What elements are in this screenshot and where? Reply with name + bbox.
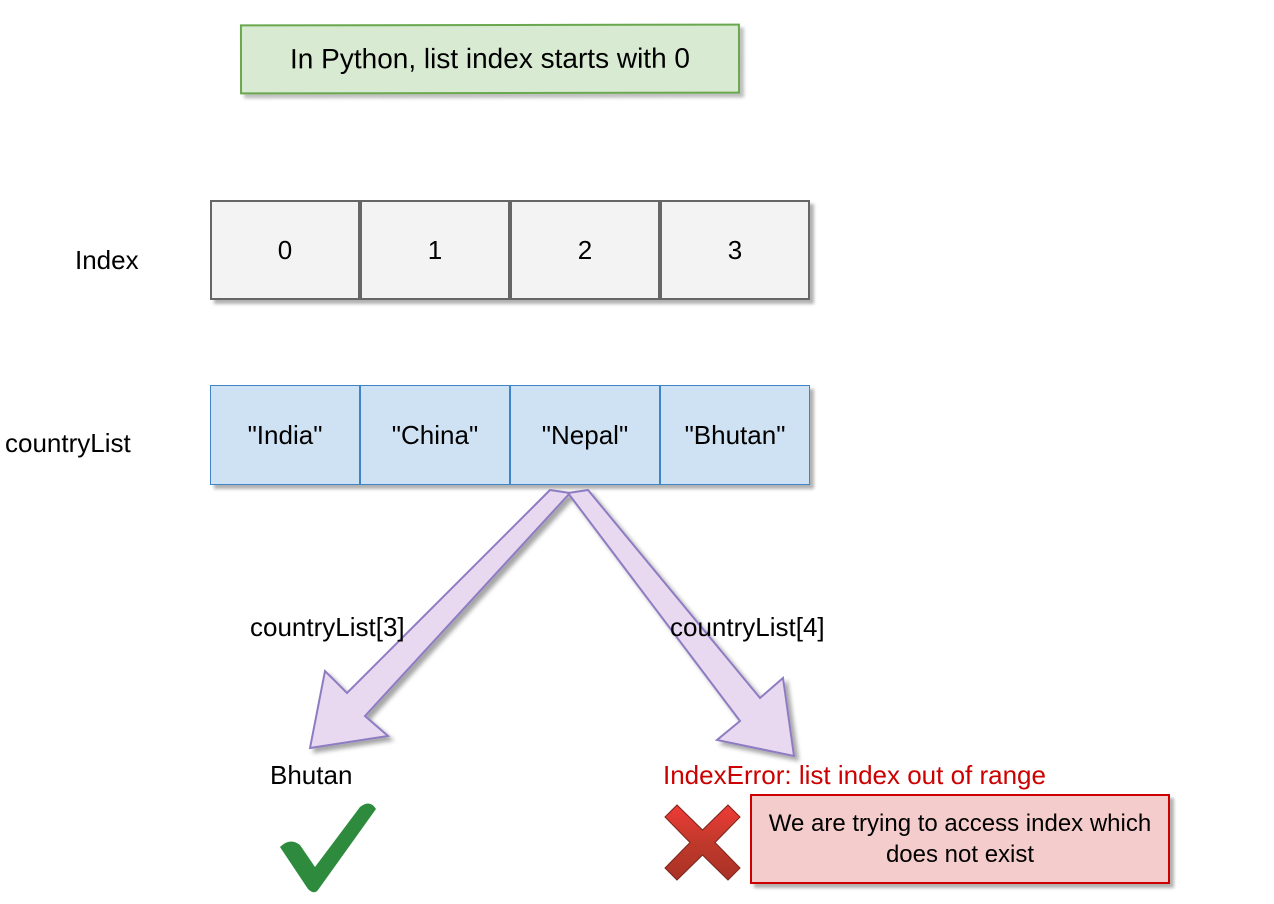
index-row: 0 1 2 3 [210, 200, 810, 300]
error-note-text: We are trying to access index which does… [762, 808, 1158, 870]
error-note-box: We are trying to access index which does… [750, 794, 1170, 884]
index-cell-3: 3 [660, 200, 810, 300]
title-text: In Python, list index starts with 0 [290, 43, 690, 76]
index-cell-0: 0 [210, 200, 360, 300]
title-box: In Python, list index starts with 0 [240, 24, 740, 95]
list-cell-3: "Bhutan" [660, 385, 810, 485]
list-cell-2: "Nepal" [510, 385, 660, 485]
list-row-label: countryList [5, 428, 131, 459]
cross-icon [660, 800, 745, 885]
index-cell-1: 1 [360, 200, 510, 300]
index-cell-2: 2 [510, 200, 660, 300]
left-code-label: countryList[3] [250, 612, 405, 643]
check-icon [270, 795, 380, 895]
right-code-label: countryList[4] [670, 612, 825, 643]
index-row-label: Index [75, 245, 139, 276]
list-cell-0: "India" [210, 385, 360, 485]
left-result-label: Bhutan [270, 760, 352, 791]
list-row: "India" "China" "Nepal" "Bhutan" [210, 385, 810, 485]
list-cell-1: "China" [360, 385, 510, 485]
right-error-label: IndexError: list index out of range [663, 760, 1046, 791]
